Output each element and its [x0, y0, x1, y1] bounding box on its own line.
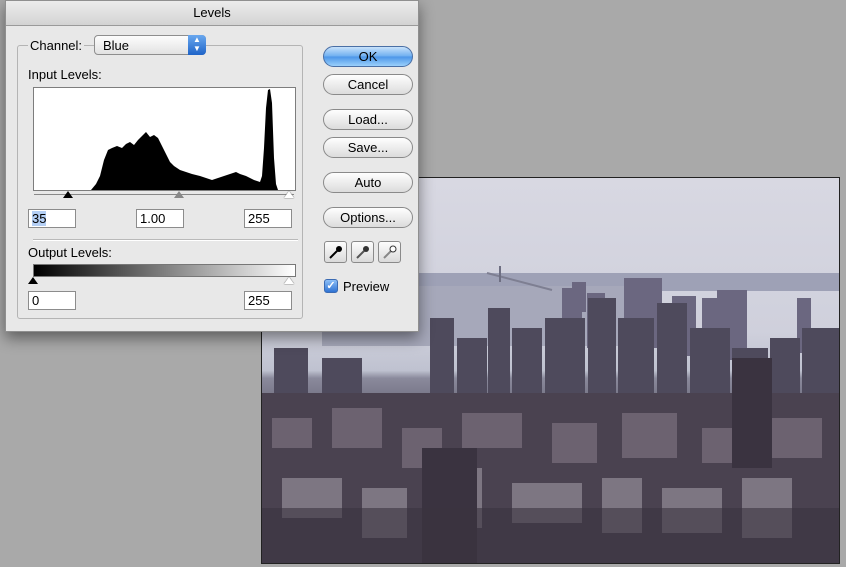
white-point-eyedropper-icon: [383, 245, 397, 259]
white-eyedropper-button[interactable]: [378, 241, 401, 263]
gray-eyedropper-button[interactable]: [351, 241, 374, 263]
channel-label: Channel:: [28, 38, 85, 53]
input-gamma-field[interactable]: 1.00: [136, 209, 184, 228]
save-button[interactable]: Save...: [323, 137, 413, 158]
output-black-slider[interactable]: [28, 277, 38, 284]
dialog-title[interactable]: Levels: [6, 1, 418, 26]
cancel-button[interactable]: Cancel: [323, 74, 413, 95]
input-slider-track: [34, 194, 294, 195]
divider: [33, 239, 298, 241]
preview-label[interactable]: Preview: [343, 279, 389, 294]
channel-select[interactable]: Blue ▲ ▼: [94, 35, 206, 55]
input-gamma-slider[interactable]: [174, 191, 184, 198]
histogram: [33, 87, 296, 191]
input-white-field[interactable]: 255: [244, 209, 292, 228]
input-white-slider[interactable]: [284, 191, 294, 198]
input-levels-label: Input Levels:: [28, 67, 102, 82]
channel-select-value: Blue: [103, 38, 130, 53]
checkmark-icon: ✓: [326, 280, 336, 292]
levels-dialog: Levels Channel: Blue ▲ ▼ Input Levels: 35…: [5, 0, 419, 332]
output-white-slider[interactable]: [284, 277, 294, 284]
ok-button[interactable]: OK: [323, 46, 413, 67]
output-white-field[interactable]: 255: [244, 291, 292, 310]
black-point-eyedropper-icon: [329, 246, 342, 259]
options-button[interactable]: Options...: [323, 207, 413, 228]
output-levels-label: Output Levels:: [28, 245, 112, 260]
input-black-value: 35: [32, 211, 47, 226]
input-black-field[interactable]: 35: [28, 209, 76, 228]
black-eyedropper-button[interactable]: [324, 241, 347, 263]
output-black-field[interactable]: 0: [28, 291, 76, 310]
load-button[interactable]: Load...: [323, 109, 413, 130]
preview-checkbox[interactable]: ✓: [324, 279, 338, 293]
select-stepper-icon: ▲ ▼: [188, 35, 206, 55]
gray-point-eyedropper-icon: [356, 246, 369, 259]
output-gradient-bar: [33, 264, 296, 277]
input-black-slider[interactable]: [63, 191, 73, 198]
auto-button[interactable]: Auto: [323, 172, 413, 193]
histogram-graph: [34, 89, 278, 190]
